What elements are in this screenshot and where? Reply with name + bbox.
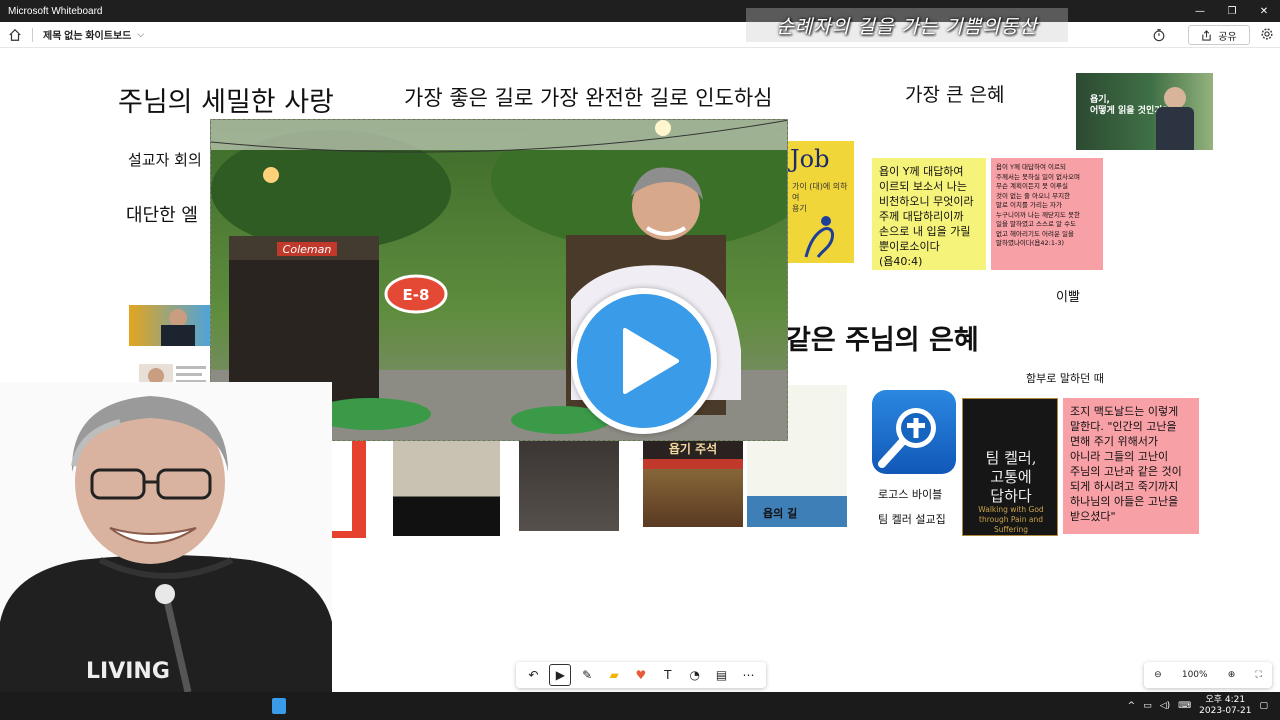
canvas-heading-guidance[interactable]: 가장 좋은 길로 가장 완전한 길로 인도하심 bbox=[404, 82, 773, 112]
dark-book-cover[interactable] bbox=[519, 437, 619, 531]
snippet-line bbox=[176, 366, 206, 369]
canvas-text-preachers[interactable]: 설교자 회의 bbox=[128, 149, 202, 170]
maximize-button[interactable]: ❐ bbox=[1216, 0, 1248, 22]
webcam-overlay: LIVING bbox=[0, 382, 332, 692]
home-icon[interactable] bbox=[8, 28, 22, 42]
left-video-thumbnail[interactable] bbox=[129, 305, 210, 346]
templates-icon[interactable]: ▤ bbox=[711, 664, 733, 686]
snippet-line bbox=[176, 373, 202, 376]
title-bar: Microsoft Whiteboard — ❐ ✕ bbox=[0, 0, 1280, 22]
webcam-person: LIVING bbox=[0, 396, 332, 692]
magnifier-cross-icon bbox=[878, 408, 936, 468]
clock-time: 오후 4:21 bbox=[1205, 695, 1246, 705]
channel-overlay-title: 순례자의 길을 가는 기쁨의동산 bbox=[746, 8, 1068, 42]
toolbar-divider bbox=[32, 27, 33, 42]
canvas-heading-lords-grace[interactable]: 같은 주님의 은혜 bbox=[786, 318, 979, 357]
sticky-note-pink-large[interactable]: 조지 맥도날드는 이렇게 말한다. "인간의 고난을 면해 주기 위해서가 아니… bbox=[1063, 398, 1199, 534]
language-icon[interactable]: ⌨ bbox=[1178, 701, 1191, 711]
zoom-controls: ⊖ 100% ⊕ ⛶ bbox=[1144, 662, 1272, 688]
network-icon[interactable]: ▭ bbox=[1143, 701, 1152, 711]
keller-book-en-title: Walking with God through Pain and Suffer… bbox=[978, 505, 1044, 534]
notifications-icon[interactable]: ▢ bbox=[1259, 701, 1268, 711]
volume-icon[interactable]: ◁) bbox=[1160, 701, 1170, 711]
sticky-note-pink-small[interactable]: 욥이 Y께 대답하여 이르되 주께서는 못하실 일이 없사오며 무슨 계획이든지… bbox=[991, 158, 1103, 270]
canvas-text-careless-speech[interactable]: 함부로 말하던 때 bbox=[1026, 370, 1104, 386]
taskbar-app-icon[interactable] bbox=[272, 698, 286, 714]
share-label: 공유 bbox=[1218, 31, 1237, 43]
app-title: Microsoft Whiteboard bbox=[8, 5, 103, 17]
way-of-job-title: 욥의 길 bbox=[763, 507, 798, 520]
windows-taskbar: ^ ▭ ◁) ⌨ 오후 4:21 2023-07-21 ▢ bbox=[0, 692, 1280, 720]
thumbnail-person-head bbox=[1164, 87, 1186, 109]
job-commentary-book-cover[interactable]: 욥기 주석 bbox=[643, 437, 743, 527]
shirt-print: LIVING bbox=[86, 659, 170, 684]
zoom-out-icon[interactable]: ⊖ bbox=[1154, 670, 1162, 680]
sticky-note-icon[interactable]: ▰ bbox=[603, 664, 625, 686]
job-book-cover[interactable]: Job 가이 (대)에 의하여 용기 bbox=[786, 141, 854, 263]
whiteboard-toolbar: ↶ ▶ ✎ ▰ ♥ T ◔ ▤ ⋯ bbox=[516, 662, 766, 688]
canvas-text-great[interactable]: 대단한 엘 bbox=[126, 201, 198, 227]
thumbnail-person-body bbox=[1156, 107, 1194, 150]
undo-icon[interactable]: ↶ bbox=[522, 664, 544, 686]
left-thumb-suit bbox=[161, 325, 195, 346]
taskbar-clock[interactable]: 오후 4:21 2023-07-21 bbox=[1199, 695, 1251, 717]
canvas-text-teeth[interactable]: 이빨 bbox=[1056, 286, 1080, 305]
job-book-title: Job bbox=[790, 145, 830, 173]
campsite-sign: E-8 bbox=[403, 286, 430, 304]
canvas-heading-grace[interactable]: 가장 큰 은혜 bbox=[905, 80, 1004, 107]
commentary-book-cover[interactable] bbox=[393, 437, 500, 536]
share-button[interactable]: 공유 bbox=[1188, 25, 1250, 45]
sticky-note-yellow[interactable]: 욥이 Y께 대답하여 이르되 보소서 나는 비천하오니 무엇이라 주께 대답하리… bbox=[872, 158, 986, 270]
app-toolbar: 제목 없는 화이트보드 ⌵ 공유 bbox=[0, 22, 1280, 48]
zoom-level[interactable]: 100% bbox=[1182, 670, 1208, 680]
keller-book-title: 팀 켈러, 고통에 답하다 bbox=[985, 449, 1037, 505]
keller-sermons-label[interactable]: 팀 켈러 설교집 bbox=[878, 511, 946, 527]
system-tray: ^ ▭ ◁) ⌨ 오후 4:21 2023-07-21 ▢ bbox=[1128, 692, 1268, 720]
job-book-subtitle: 가이 (대)에 의하여 용기 bbox=[792, 182, 848, 213]
logos-label[interactable]: 로고스 바이블 bbox=[878, 486, 942, 502]
chair-brand-label: Coleman bbox=[283, 243, 332, 256]
board-name[interactable]: 제목 없는 화이트보드 bbox=[43, 27, 131, 42]
chevron-down-icon[interactable]: ⌵ bbox=[137, 30, 144, 40]
window-controls: — ❐ ✕ bbox=[1184, 0, 1280, 22]
job-illustration-icon bbox=[804, 216, 834, 258]
share-icon bbox=[1202, 29, 1212, 41]
fit-to-screen-icon[interactable]: ⛶ bbox=[1256, 670, 1262, 680]
whiteboard-app: Microsoft Whiteboard — ❐ ✕ 제목 없는 화이트보드 ⌵… bbox=[0, 0, 1280, 720]
canvas-heading-love[interactable]: 주님의 세밀한 사랑 bbox=[118, 80, 334, 119]
keller-book-cover[interactable]: 팀 켈러, 고통에 답하다 Walking with God through P… bbox=[962, 398, 1058, 536]
gear-icon[interactable] bbox=[1260, 27, 1274, 41]
minimize-button[interactable]: — bbox=[1184, 0, 1216, 22]
job-commentary-band bbox=[643, 459, 743, 469]
clock-date: 2023-07-21 bbox=[1199, 706, 1252, 716]
shapes-icon[interactable]: ◔ bbox=[684, 664, 706, 686]
tray-expand-icon[interactable]: ^ bbox=[1128, 701, 1136, 711]
logos-bible-icon[interactable] bbox=[872, 390, 956, 474]
more-icon[interactable]: ⋯ bbox=[737, 664, 759, 686]
job-commentary-title: 욥기 주석 bbox=[668, 442, 718, 456]
youtube-thumbnail[interactable]: 욥기, 어떻게 읽을 것인가? bbox=[1076, 73, 1213, 150]
pen-icon[interactable]: ✎ bbox=[576, 664, 598, 686]
reaction-heart-icon[interactable]: ♥ bbox=[630, 664, 652, 686]
select-tool-icon[interactable]: ▶ bbox=[549, 664, 572, 686]
play-icon bbox=[623, 328, 679, 394]
timer-icon[interactable] bbox=[1152, 28, 1166, 42]
zoom-in-icon[interactable]: ⊕ bbox=[1228, 670, 1236, 680]
play-button[interactable] bbox=[571, 288, 717, 434]
text-tool-icon[interactable]: T bbox=[657, 664, 679, 686]
close-button[interactable]: ✕ bbox=[1248, 0, 1280, 22]
